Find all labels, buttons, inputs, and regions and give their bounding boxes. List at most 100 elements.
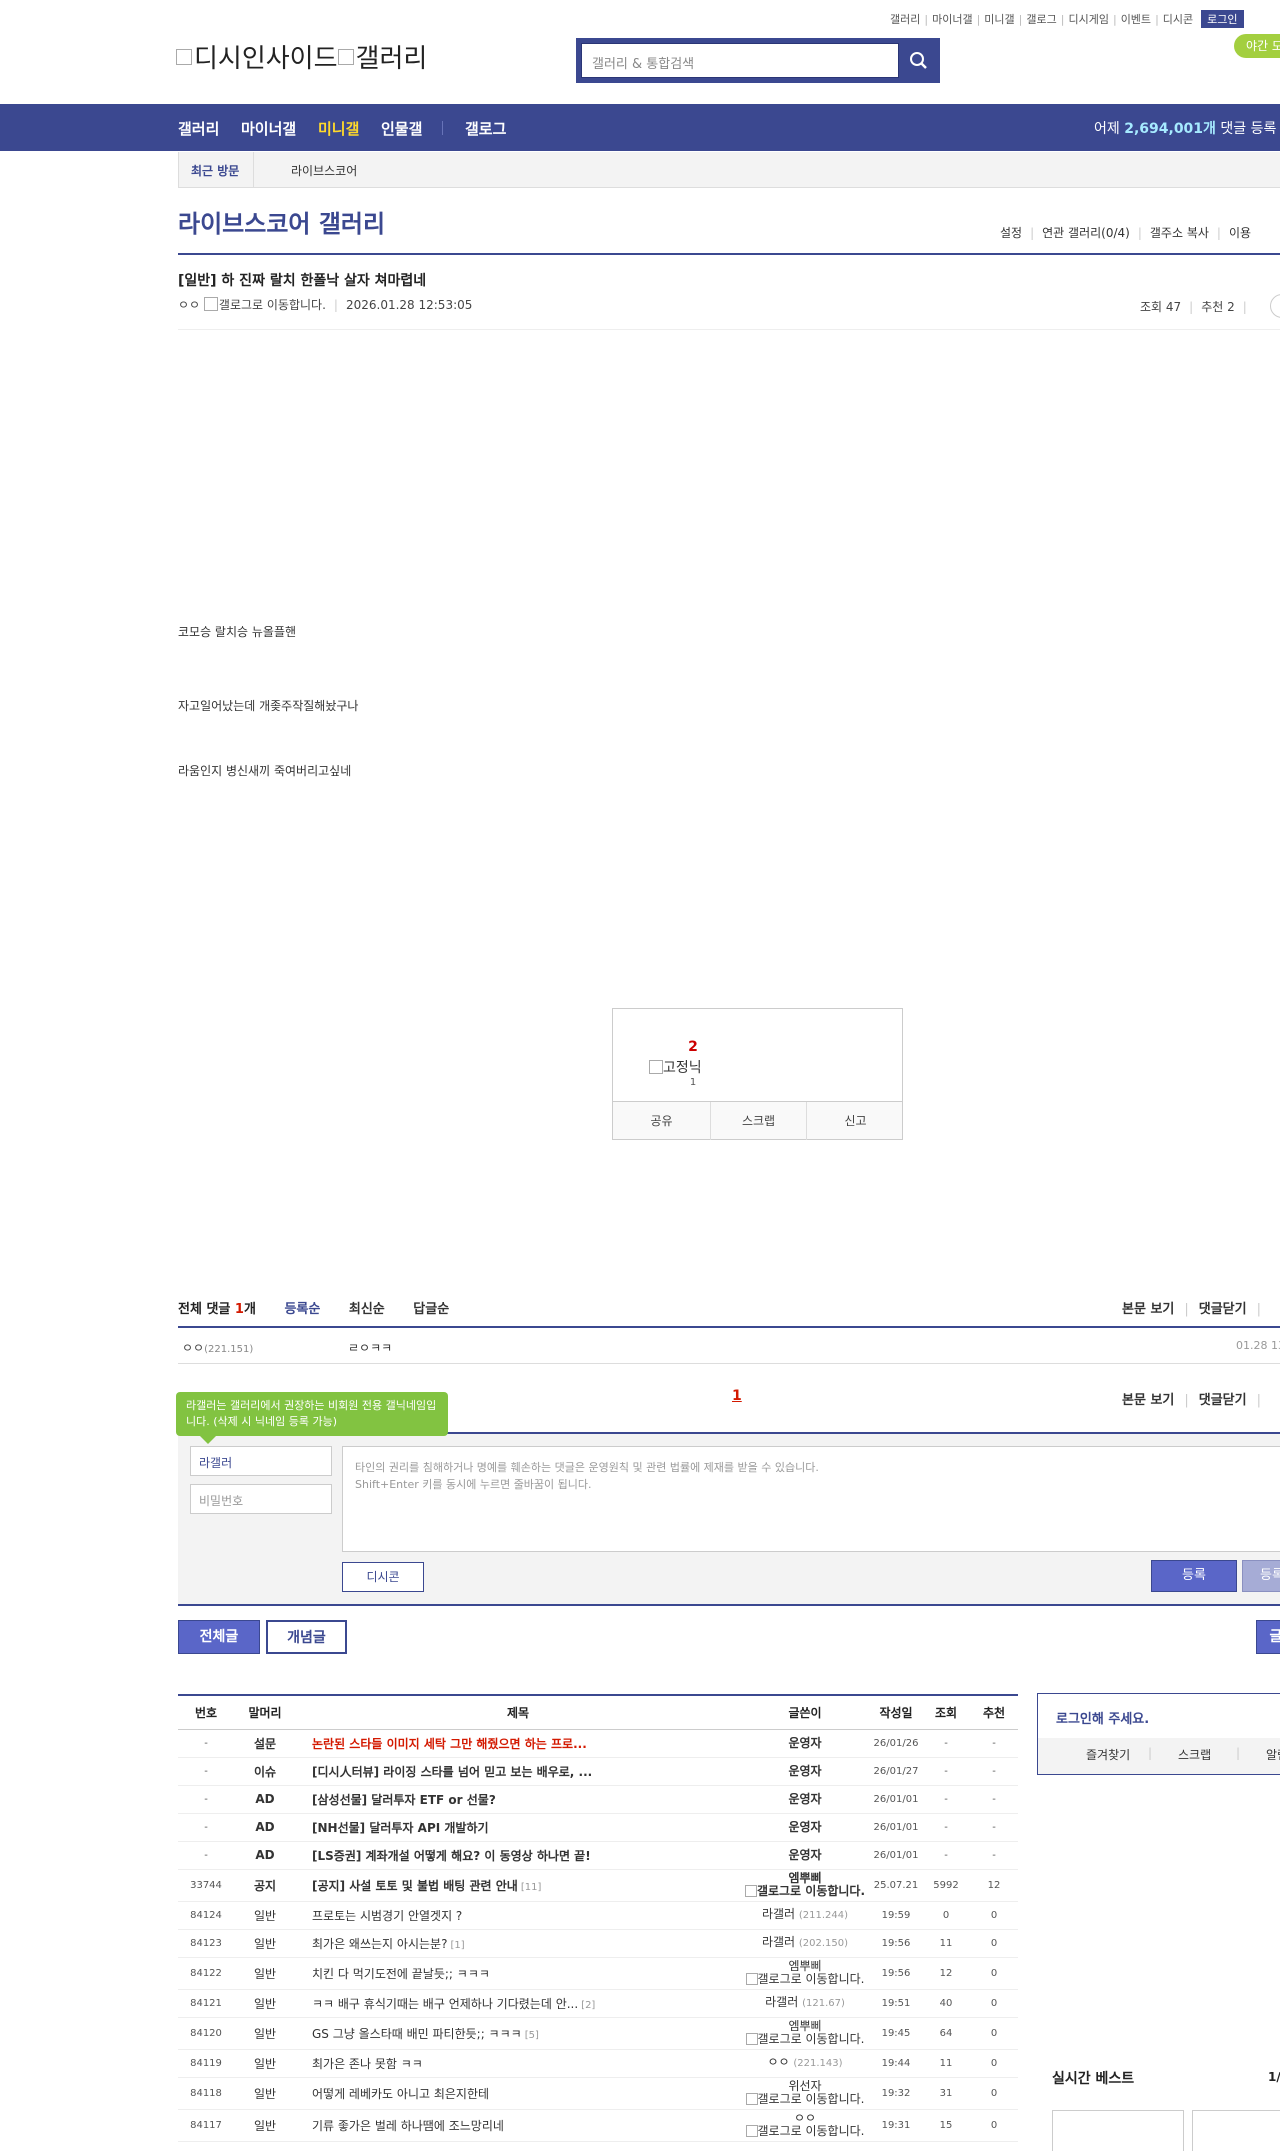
table-row[interactable]: 84119 일반 최가은 존나 못함 ㅋㅋ ㅇㅇ (221.143) 19:44 11 0 [178, 2049, 1018, 2078]
copy-address-link[interactable]: 갤주소 복사 [1150, 226, 1209, 240]
password-field[interactable]: 비밀번호 [190, 1484, 332, 1514]
settings-link[interactable]: 설정 [1000, 226, 1022, 240]
sort-replies[interactable]: 답글순 [413, 1302, 449, 1317]
post-title-cell[interactable]: [삼성선물] 달러투자 ETF or 선물? [296, 1785, 740, 1814]
search-input[interactable]: 갤러리 & 통합검색 [581, 43, 899, 78]
sort-registered[interactable]: 등록순 [284, 1302, 320, 1317]
nav-mini[interactable]: 미니갤 [318, 118, 359, 139]
usage-link[interactable]: 이용 [1229, 226, 1251, 240]
nav-gallog[interactable]: 갤로그 [465, 118, 506, 139]
gallog-link[interactable]: 갤로그로 이동합니다. [219, 298, 326, 312]
reply-count[interactable]: [5] [525, 2030, 539, 2041]
post-title-cell[interactable]: 논란된 스타들 이미지 세탁 그만 해줬으면 하는 프로... [296, 1729, 740, 1758]
nav-minor[interactable]: 마이너갤 [241, 118, 296, 139]
util-link-gallery[interactable]: 갤러리 [890, 13, 920, 26]
best-card[interactable] [1192, 2110, 1280, 2151]
post-title-cell[interactable]: GS 그냥 올스타때 배민 파티한듯;; ㅋㅋㅋ [5] [296, 2017, 740, 2050]
post-title-link[interactable]: 기류 좋가은 벌레 하나땜에 조느망리네 [312, 2119, 504, 2133]
gallery-title[interactable]: 라이브스코어 갤러리 [178, 204, 385, 239]
table-row[interactable]: - AD [LS증권] 계좌개설 어떻게 해요? 이 동영상 하나면 끝! 운영자 26… [178, 1841, 1018, 1870]
share-button[interactable]: 공유 [613, 1102, 710, 1140]
sort-latest[interactable]: 최신순 [349, 1302, 385, 1317]
post-title-cell[interactable]: 치킨 다 먹기도전에 끝날듯;; ㅋㅋㅋ [296, 1957, 740, 1990]
post-title-link[interactable]: 최가은 왜쓰는지 아시는분? [312, 1937, 447, 1951]
reply-count[interactable]: [11] [521, 1882, 542, 1893]
post-title-link[interactable]: 치킨 다 먹기도전에 끝날듯;; ㅋㅋㅋ [312, 1967, 490, 1981]
post-title-cell[interactable]: [디시人터뷰] 라이징 스타를 넘어 믿고 보는 배우로, ... [296, 1757, 740, 1786]
submit-recommend-button[interactable]: 등록 [1242, 1560, 1280, 1592]
post-author[interactable]: ㅇㅇ [178, 298, 200, 312]
post-title-link[interactable]: ㅋㅋ 배구 휴식기때는 배구 언제하나 기다렸는데 안... [312, 1997, 578, 2011]
view-body-button[interactable]: 본문 보기 [1122, 1393, 1174, 1408]
post-writer[interactable]: 운영자 [740, 1757, 870, 1786]
table-row[interactable]: 84122 일반 치킨 다 먹기도전에 끝날듯;; ㅋㅋㅋ 엠뿌삐 갤로그로 이동합니다… [178, 1957, 1018, 1990]
submit-button[interactable]: 등록 [1151, 1560, 1237, 1592]
table-row[interactable]: 84118 일반 어떻게 레베카도 아니고 최은지한테 위선자 갤로그로 이동합니다. 1… [178, 2077, 1018, 2110]
site-logo[interactable]: 디시인사이드 갤러리 [176, 38, 427, 75]
post-title-cell[interactable]: [NH선물] 달러투자 API 개발하기 [296, 1813, 740, 1842]
util-link-minor[interactable]: 마이너갤 [932, 13, 972, 26]
more-button[interactable] [1270, 294, 1280, 318]
post-title-cell[interactable]: [LS증권] 계좌개설 어떻게 해요? 이 동영상 하나면 끝! [296, 1841, 740, 1870]
table-row[interactable]: 84120 일반 GS 그냥 올스타때 배민 파티한듯;; ㅋㅋㅋ [5] 엠뿌삐 갤로그… [178, 2017, 1018, 2050]
scrap-list-button[interactable]: 스크랩 [1178, 1746, 1211, 1763]
post-title-link[interactable]: 어떻게 레베카도 아니고 최은지한테 [312, 2087, 489, 2101]
util-link-gallog[interactable]: 갤로그 [1026, 13, 1056, 26]
table-row[interactable]: 84121 일반 ㅋㅋ 배구 휴식기때는 배구 언제하나 기다렸는데 안... [2]… [178, 1989, 1018, 2018]
post-title-cell[interactable]: 어떻게 레베카도 아니고 최은지한테 [296, 2077, 740, 2110]
util-link-mini[interactable]: 미니갤 [984, 13, 1014, 26]
recent-item[interactable]: 라이브스코어 [291, 162, 357, 179]
post-title-link[interactable]: 논란된 스타들 이미지 세탁 그만 해줬으면 하는 프로... [312, 1737, 587, 1751]
util-link-event[interactable]: 이벤트 [1121, 13, 1151, 26]
table-row[interactable]: - 이슈 [디시人터뷰] 라이징 스타를 넘어 믿고 보는 배우로, ... 운영자 2… [178, 1757, 1018, 1786]
table-row[interactable]: 84123 일반 최가은 왜쓰는지 아시는분? [1] 라갤러 (202.150) 19:… [178, 1929, 1018, 1958]
tab-all-posts[interactable]: 전체글 [178, 1620, 260, 1654]
search-button[interactable] [902, 43, 936, 78]
post-writer[interactable]: 라갤러 (121.67) [740, 1989, 870, 2018]
favorites-button[interactable]: 즐겨찾기 [1086, 1746, 1130, 1763]
dark-mode-toggle[interactable]: 야간 모드 [1234, 34, 1280, 58]
write-post-button[interactable]: 글 [1256, 1620, 1280, 1654]
post-title-link[interactable]: 최가은 존나 못함 ㅋㅋ [312, 2057, 423, 2071]
post-title-link[interactable]: [LS증권] 계좌개설 어떻게 해요? 이 동영상 하나면 끝! [312, 1849, 591, 1863]
post-writer[interactable]: 엠뿌삐 갤로그로 이동합니다. [740, 2017, 870, 2050]
post-writer[interactable]: 라갤러 (211.244) [740, 1901, 870, 1930]
table-row[interactable]: 33744 공지 [공지] 사설 토토 및 불법 배팅 관련 안내 [11] 엠뿌삐 갤로… [178, 1869, 1018, 1902]
util-link-game[interactable]: 디시게임 [1068, 13, 1108, 26]
close-comments-button[interactable]: 댓글닫기 [1199, 1302, 1247, 1317]
post-title-cell[interactable]: 프로토는 시범경기 안열겟지 ? [296, 1901, 740, 1930]
post-writer[interactable]: 엠뿌삐 갤로그로 이동합니다. [740, 1957, 870, 1990]
post-title-link[interactable]: [디시人터뷰] 라이징 스타를 넘어 믿고 보는 배우로, ... [312, 1765, 592, 1779]
post-title-cell[interactable]: ㅋㅋ 배구 휴식기때는 배구 언제하나 기다렸는데 안... [2] [296, 1989, 740, 2018]
login-button[interactable]: 로그인 [1201, 10, 1244, 28]
post-title-link[interactable]: [NH선물] 달러투자 API 개발하기 [312, 1821, 489, 1835]
post-writer[interactable]: 운영자 [740, 1729, 870, 1758]
table-row[interactable]: - 설문 논란된 스타들 이미지 세탁 그만 해줬으면 하는 프로... 운영자 26/… [178, 1729, 1018, 1758]
table-row[interactable]: - AD [NH선물] 달러투자 API 개발하기 운영자 26/01/01- - [178, 1813, 1018, 1842]
post-title-cell[interactable]: 기류 좋가은 벌레 하나땜에 조느망리네 [296, 2109, 740, 2142]
scrap-button[interactable]: 스크랩 [710, 1102, 807, 1140]
post-title-link[interactable]: GS 그냥 올스타때 배민 파티한듯;; ㅋㅋㅋ [312, 2027, 522, 2041]
post-writer[interactable]: 운영자 [740, 1785, 870, 1814]
post-title-link[interactable]: [삼성선물] 달러투자 ETF or 선물? [312, 1793, 496, 1807]
post-title-link[interactable]: 프로토는 시범경기 안열겟지 ? [312, 1909, 462, 1923]
util-link-dccon[interactable]: 디시콘 [1163, 13, 1193, 26]
alert-button[interactable]: 알림 [1266, 1746, 1280, 1763]
nav-person[interactable]: 인물갤 [381, 118, 422, 139]
table-row[interactable]: 84117 일반 기류 좋가은 벌레 하나땜에 조느망리네 ㅇㅇ 갤로그로 이동합니다.… [178, 2109, 1018, 2142]
post-writer[interactable]: 운영자 [740, 1841, 870, 1870]
report-button[interactable]: 신고 [807, 1102, 904, 1140]
post-title-cell[interactable]: 최가은 왜쓰는지 아시는분? [1] [296, 1929, 740, 1958]
post-writer[interactable]: 라갤러 (202.150) [740, 1929, 870, 1958]
login-prompt[interactable]: 로그인해 주세요. [1056, 1708, 1149, 1727]
view-body-button[interactable]: 본문 보기 [1122, 1302, 1174, 1317]
close-comments-button[interactable]: 댓글닫기 [1199, 1393, 1247, 1408]
table-row[interactable]: - AD [삼성선물] 달러투자 ETF or 선물? 운영자 26/01/01- - [178, 1785, 1018, 1814]
comment-page[interactable]: 1 [732, 1388, 742, 1404]
reply-count[interactable]: [2] [581, 2000, 595, 2011]
post-writer[interactable]: 운영자 [740, 1813, 870, 1842]
post-writer[interactable]: 엠뿌삐 갤로그로 이동합니다. [740, 1869, 870, 1902]
post-writer[interactable]: ㅇㅇ 갤로그로 이동합니다. [740, 2109, 870, 2142]
comment-textarea[interactable]: 타인의 권리를 침해하거나 명예를 훼손하는 댓글은 운영원칙 및 관련 법률에… [342, 1446, 1280, 1552]
related-gallery-link[interactable]: 연관 갤러리(0/4) [1042, 226, 1130, 240]
